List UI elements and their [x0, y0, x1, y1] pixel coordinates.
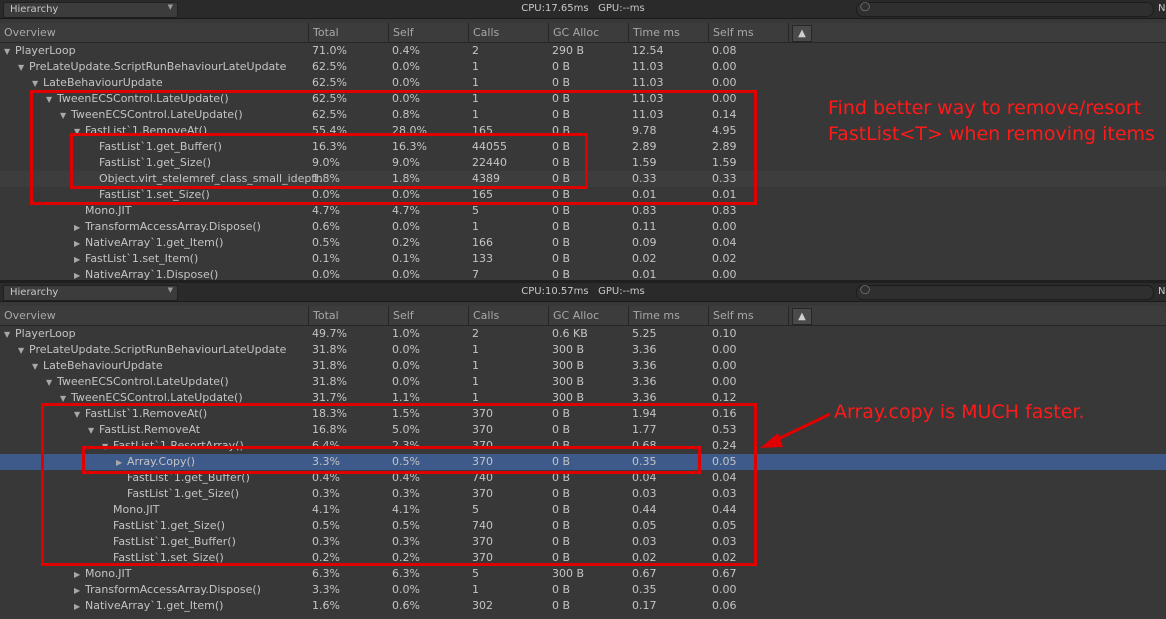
arrowhead: [760, 433, 783, 448]
arrow-shaft: [773, 412, 831, 443]
annotation-arrow: [760, 412, 831, 448]
